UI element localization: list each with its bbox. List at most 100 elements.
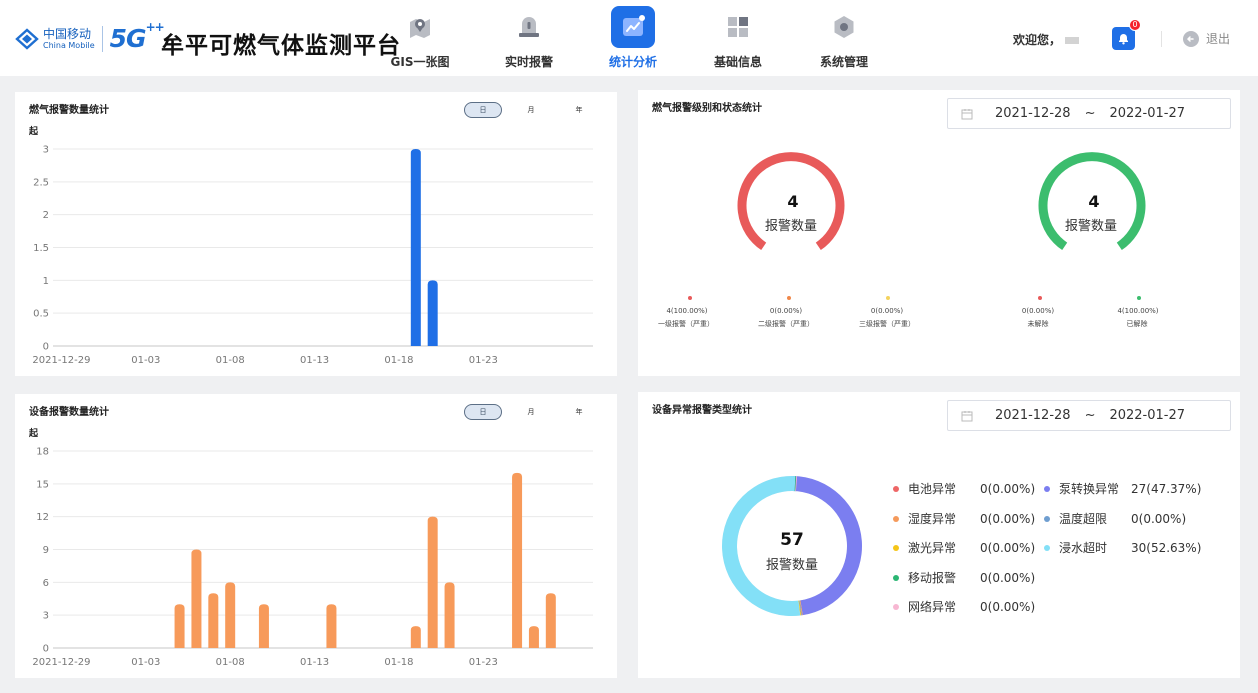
legend-name: 温度超限 [1059,512,1108,526]
bar[interactable] [444,582,455,648]
legend-dot [1044,544,1050,551]
notification-badge: 0 [1129,19,1141,31]
y-tick-label: 0 [43,644,49,655]
nav-realtime-alarm[interactable]: 实时报警 [486,6,572,72]
gauge-area: 4 报警数量 4 报警数量 4(100.00%) 一级报警（严重） 0(0.00… [658,152,1159,328]
legend-item[interactable]: 湿度异常 0(0.00%) [893,510,1035,527]
nav-statistics[interactable]: 统计分析 [590,6,676,72]
bar[interactable] [545,593,556,648]
chart-icon [611,6,655,48]
x-tick-label: 2021-12-29 [32,355,90,366]
bar[interactable] [410,626,421,648]
bar[interactable] [528,626,539,648]
x-tick-label: 2021-12-29 [32,657,90,668]
legend-dot [886,296,890,300]
bar[interactable] [208,593,219,648]
level-gauge-label: 报警数量 [765,218,817,234]
nav-gis-map[interactable]: GIS一张图 [377,6,463,72]
logout-button[interactable]: 退出 [1183,30,1230,47]
logout-label: 退出 [1206,32,1231,46]
y-tick-label: 3 [43,145,49,156]
bar[interactable] [225,582,236,648]
level-legend-item: 0(0.00%) 二级报警（严重） [758,296,814,328]
map-pin-icon [398,6,442,48]
legend-dot [1137,296,1141,300]
legend-value: 0(0.00%) [1022,307,1054,315]
nav-label: 实时报警 [504,55,553,69]
legend-name: 泵转换异常 [1059,482,1120,496]
y-tick-label: 15 [36,479,49,490]
bar[interactable] [191,549,202,649]
legend-name: 一级报警（严重） [658,319,714,328]
calendar-icon [961,410,973,421]
legend-value: 0(0.00%) [871,307,903,315]
bar[interactable] [258,604,269,648]
y-tick-label: 2.5 [33,177,49,188]
nav-basic-info[interactable]: 基础信息 [695,6,781,72]
legend-dot [893,515,899,522]
legend-name: 三级报警（严重） [859,319,915,328]
brand-name-cn: 中国移动 [43,26,92,41]
5g-logo: 5G++ [109,20,165,53]
bell-icon [1119,34,1128,45]
alarm-level-status-panel: 燃气报警级别和状态统计 2021-12-28 ~ 2022-01-27 4 报警… [638,90,1240,376]
bar[interactable] [427,280,438,346]
alarm-level-gauge: 4 报警数量 [737,152,845,251]
legend-item[interactable]: 温度超限 0(0.00%) [1044,510,1186,527]
legend-item[interactable]: 电池异常 0(0.00%) [893,480,1035,497]
logout-icon [1183,30,1199,47]
date-start: 2021-12-28 [995,408,1071,423]
status-legend-item: 0(0.00%) 未解除 [1022,296,1054,328]
y-tick-label: 3 [43,611,49,622]
date-range-picker[interactable]: 2021-12-28 ~ 2022-01-27 [947,400,1231,431]
header-divider [1161,31,1162,47]
alarm-icon [507,6,551,48]
legend-item[interactable]: 激光异常 0(0.00%) [893,539,1035,556]
legend-value: 0(0.00%) [770,307,802,315]
donut-total-label: 报警数量 [766,557,818,573]
legend-value: 0(0.00%) [980,570,1036,585]
china-mobile-logo-icon [15,27,39,50]
y-tick-label: 1.5 [33,243,49,254]
legend-item[interactable]: 网络异常 0(0.00%) [893,598,1035,615]
nav-system-admin[interactable]: 系统管理 [801,6,887,72]
legend-value: 0(0.00%) [980,540,1036,555]
legend-name: 激光异常 [908,541,957,555]
legend-item[interactable]: 移动报警 0(0.00%) [893,569,1035,586]
legend-value: 0(0.00%) [980,481,1036,496]
nav-label: 基础信息 [713,55,762,69]
legend-name: 二级报警（严重） [758,319,814,328]
bar[interactable] [512,472,523,648]
bar[interactable] [174,604,185,648]
nav-label: GIS一张图 [390,55,450,69]
status-legend-item: 4(100.00%) 已解除 [1117,296,1159,328]
legend-dot [688,296,692,300]
x-tick-label: 01-23 [469,657,498,668]
y-tick-label: 12 [36,512,49,523]
y-tick-label: 18 [36,447,49,458]
bar[interactable] [427,516,438,648]
x-tick-label: 01-13 [300,657,329,668]
y-axis-unit: 起 [28,427,39,439]
level-legend-item: 4(100.00%) 一级报警（严重） [658,296,714,328]
legend-name: 已解除 [1127,319,1148,328]
x-tick-label: 01-03 [131,355,160,366]
legend-item[interactable]: 浸水超时 30(52.63%) [1044,539,1201,556]
welcome-text: 欢迎您， [1013,31,1080,48]
settings-icon [822,6,866,48]
bar[interactable] [410,149,421,346]
x-tick-label: 01-23 [469,355,498,366]
x-tick-label: 01-13 [300,355,329,366]
legend-name: 网络异常 [908,600,957,614]
alarm-type-donut-chart: 57 报警数量 [721,476,862,616]
legend-name: 电池异常 [908,482,957,496]
legend-item[interactable]: 泵转换异常 27(47.37%) [1044,480,1201,497]
legend-name: 湿度异常 [908,512,957,526]
y-tick-label: 6 [43,578,49,589]
y-tick-label: 1 [43,276,49,287]
legend-dot [787,296,791,300]
y-axis-unit: 起 [28,125,39,137]
legend-value: 30(52.63%) [1131,540,1202,555]
legend-value: 0(0.00%) [1131,511,1187,526]
bar[interactable] [326,604,337,648]
